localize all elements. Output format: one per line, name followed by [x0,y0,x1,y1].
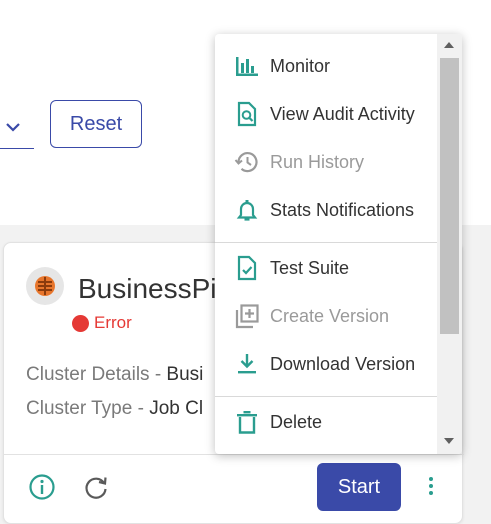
pipeline-title[interactable]: BusinessPi [78,273,217,305]
error-dot-icon [72,314,89,332]
card-divider [4,454,464,455]
menu-item-monitor[interactable]: Monitor [215,42,437,90]
trash-icon [234,409,260,435]
bar-chart-icon [234,53,260,79]
menu-item-label: Monitor [270,55,331,76]
document-check-icon [234,255,260,281]
refresh-icon[interactable] [82,473,110,501]
more-options-icon[interactable] [429,477,435,499]
status-label: Error [94,313,132,332]
cluster-type-row: Cluster Type - Job Cl [26,398,203,420]
card-actions-menu: Monitor View Audit Activity Run History [215,34,462,454]
document-search-icon [234,101,260,127]
bell-icon [234,197,260,223]
reset-button[interactable]: Reset [50,100,142,148]
menu-item-label: Run History [270,151,365,172]
pipeline-logo-icon [35,276,55,296]
menu-item-test-suite[interactable]: Test Suite [215,244,437,292]
menu-item-label: View Audit Activity [270,103,415,124]
menu-item-view-audit-activity[interactable]: View Audit Activity [215,90,437,138]
cluster-type-label: Cluster Type - [26,398,150,419]
add-copy-icon [234,303,260,329]
start-button[interactable]: Start [317,463,401,511]
scroll-down-arrow-icon[interactable] [444,438,454,444]
select-underline [0,148,34,149]
menu-scrollbar[interactable] [437,34,462,454]
menu-item-delete[interactable]: Delete [215,398,437,446]
scroll-thumb[interactable] [440,58,459,334]
cluster-details-label: Cluster Details - [26,364,167,385]
menu-divider [215,396,437,397]
chevron-down-icon[interactable] [4,120,22,134]
menu-item-label: Create Version [270,305,390,326]
menu-item-label: Delete [270,411,323,432]
menu-item-download-version[interactable]: Download Version [215,340,437,388]
menu-divider [215,242,437,243]
menu-item-stats-notifications[interactable]: Stats Notifications [215,186,437,234]
menu-item-label: Test Suite [270,257,350,278]
download-icon [234,351,260,377]
menu-item-create-version: Create Version [215,292,437,340]
pipeline-avatar [26,267,64,305]
info-icon[interactable] [28,473,56,501]
cluster-details-row: Cluster Details - Busi [26,364,203,386]
scroll-up-arrow-icon[interactable] [444,42,454,48]
status-indicator: Error [72,313,132,333]
menu-item-run-history: Run History [215,138,437,186]
menu-item-label: Stats Notifications [270,199,415,220]
cluster-details-value: Busi [166,364,204,385]
cluster-type-value: Job Cl [149,398,204,419]
menu-item-label: Download Version [270,353,416,374]
history-icon [234,149,260,175]
